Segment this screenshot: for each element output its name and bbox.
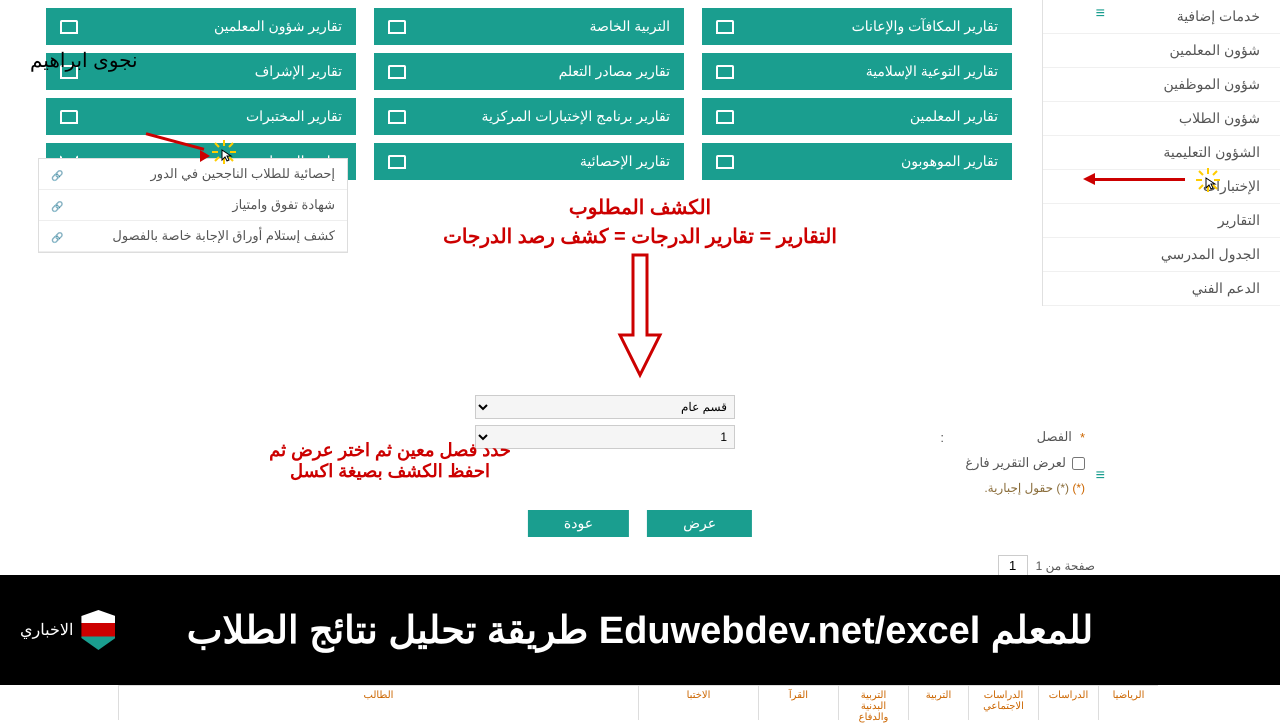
show-button[interactable]: عرض [647,510,752,537]
click-burst-icon [1196,168,1220,192]
th-quran: القرآ [758,686,838,720]
colon: : [940,430,944,445]
folder-icon [388,20,406,34]
link-icon [51,229,63,244]
form-annotation: حدد فصل معين ثم اختر عرض ثم احفظ الكشف ب… [210,440,570,482]
th-social: الدراسات الاجتماعي [968,686,1038,720]
annotation-arrow-left [145,140,220,170]
th-student: الطالب [118,686,638,720]
folder-icon [716,65,734,79]
down-arrow-icon [615,250,665,385]
sidebar-item-extra[interactable]: خدمات إضافية [1043,0,1280,34]
dropdown-item-answers[interactable]: كشف إستلام أوراق الإجابة خاصة بالفصول [39,221,347,252]
tile-statistics[interactable]: تقارير الإحصائية [374,143,684,180]
mandatory-note: (*) (*) حقول إجبارية. [185,481,1095,495]
sidebar-item-teachers[interactable]: شؤون المعلمين [1043,34,1280,68]
annotation-line1: الكشف المطلوب [340,195,940,220]
class-label: الفصل [952,429,1072,445]
folder-icon [388,155,406,169]
tile-labs[interactable]: تقارير المختبرات [46,98,356,135]
tile-teacher-affairs[interactable]: تقارير شؤون المعلمين [46,8,356,45]
link-icon [51,198,63,213]
sidebar-item-schedule[interactable]: الجدول المدرسي [1043,238,1280,272]
form-annotation-line2: احفظ الكشف بصيغة اكسل [210,461,570,482]
annotation-arrow-right [1075,170,1185,200]
shield-icon [81,610,115,650]
annotation-line2: التقارير = تقارير الدرجات = كشف رصد الدر… [340,224,940,249]
empty-report-label: لعرض التقرير فارغ [965,455,1066,471]
sidebar-item-students[interactable]: شؤون الطلاب [1043,102,1280,136]
tile-teachers-reports[interactable]: تقارير المعلمين [702,98,1012,135]
tile-rewards-reports[interactable]: تقارير المكافآت والإعانات [702,8,1012,45]
tile-label: تقارير شؤون المعلمين [214,18,342,35]
dropdown-label: شهادة تفوق وامتياز [232,197,335,213]
banner-logo: الاخباري [20,610,115,650]
form-buttons: عرض عودة [528,510,752,537]
tile-label: تقارير المعلمين [910,108,998,125]
tile-label: تقارير المكافآت والإعانات [852,18,998,35]
dropdown-label: كشف إستلام أوراق الإجابة خاصة بالفصول [112,228,335,244]
folder-icon [388,65,406,79]
tile-label: تقارير الإشراف [255,63,342,80]
annotation-main: الكشف المطلوب التقارير = تقارير الدرجات … [340,195,940,249]
folder-icon [388,110,406,124]
empty-report-checkbox[interactable] [1072,457,1085,470]
th-education: التربية [908,686,968,720]
video-banner: طريقة تحليل نتائج الطلاب Eduwebdev.net/e… [0,575,1280,685]
banner-title: طريقة تحليل نتائج الطلاب Eduwebdev.net/e… [187,608,1093,653]
tile-learning-resources[interactable]: تقارير مصادر التعلم [374,53,684,90]
th-studies: الدراسات [1038,686,1098,720]
th-pe: التربية البدنية والدفاع [838,686,908,720]
pagination: صفحة من 1 [998,555,1095,576]
tile-label: تقارير المختبرات [246,108,342,125]
menu-icon[interactable]: ≡ [1096,5,1105,23]
results-table-header: الرياضيا الدراسات الدراسات الاجتماعي الت… [118,685,1158,720]
sidebar: خدمات إضافية شؤون المعلمين شؤون الموظفين… [1042,0,1280,306]
section-select[interactable]: قسم عام [475,395,735,419]
folder-icon [60,110,78,124]
folder-icon [716,155,734,169]
page-label: صفحة من 1 [1036,559,1095,573]
tile-label: تقارير التوعية الإسلامية [866,63,998,80]
grades-dropdown: إحصائية للطلاب الناجحين في الدور شهادة ت… [38,158,348,253]
author-name: نجوى ابراهيم [30,48,138,73]
sidebar-item-support[interactable]: الدعم الفني [1043,272,1280,306]
page-input[interactable] [998,555,1028,576]
link-icon [51,167,63,182]
tile-label: تقارير الموهوبون [901,153,998,170]
dropdown-item-excellence[interactable]: شهادة تفوق وامتياز [39,190,347,221]
tile-talented[interactable]: تقارير الموهوبون [702,143,1012,180]
folder-icon [716,20,734,34]
tile-special-edu[interactable]: التربية الخاصة [374,8,684,45]
required-star: * [1080,430,1085,445]
tile-label: التربية الخاصة [590,18,670,35]
th-math: الرياضيا [1098,686,1158,720]
click-burst-icon [212,140,236,164]
back-button[interactable]: عودة [528,510,629,537]
tile-label: تقارير مصادر التعلم [559,63,670,80]
logo-text: الاخباري [20,620,73,640]
menu-icon[interactable]: ≡ [1096,467,1105,485]
tile-islamic-reports[interactable]: تقارير التوعية الإسلامية [702,53,1012,90]
folder-icon [716,110,734,124]
form-annotation-line1: حدد فصل معين ثم اختر عرض ثم [210,440,570,461]
sidebar-item-employees[interactable]: شؤون الموظفين [1043,68,1280,102]
tile-central-exams[interactable]: تقارير برنامج الإختبارات المركزية [374,98,684,135]
th-exam: الاختبا [638,686,758,720]
tile-label: تقارير برنامج الإختبارات المركزية [482,108,670,125]
sidebar-item-reports[interactable]: التقارير [1043,204,1280,238]
sidebar-item-educational[interactable]: الشؤون التعليمية [1043,136,1280,170]
tile-label: تقارير الإحصائية [580,153,670,170]
folder-icon [60,20,78,34]
